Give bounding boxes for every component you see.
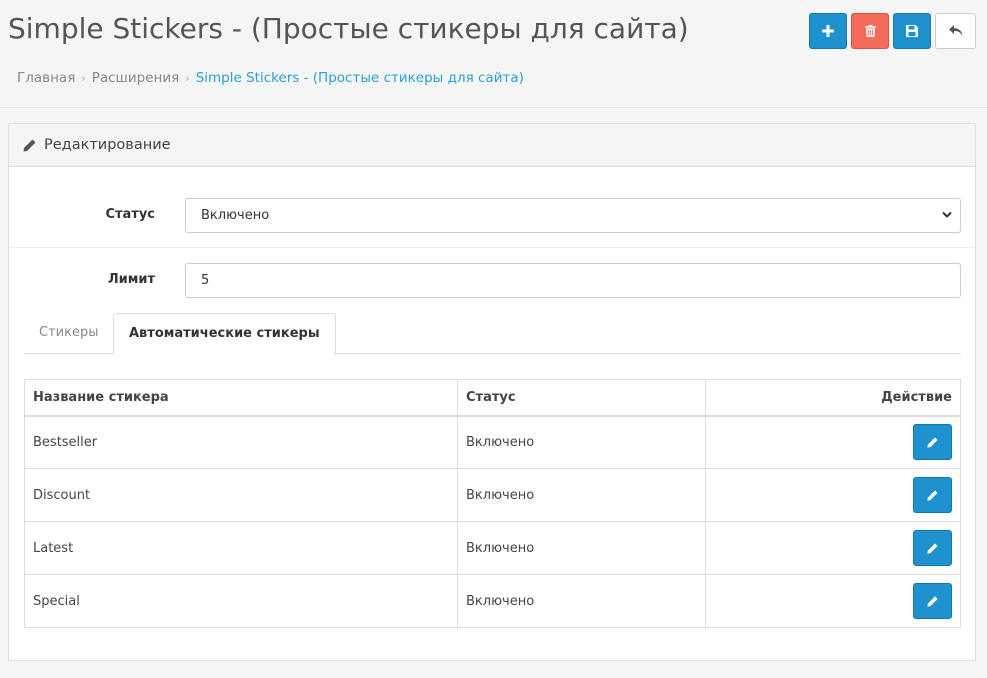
breadcrumb-home[interactable]: Главная [17,70,75,86]
action-cell [705,521,961,575]
tab-auto-stickers[interactable]: Автоматические стикеры [113,313,336,355]
back-button[interactable] [935,13,976,49]
table-row: Latest Включено [24,521,961,575]
panel-title: Редактирование [44,137,171,153]
limit-input[interactable]: 5 [185,263,961,298]
breadcrumb: Главная › Расширения › Simple Stickers - (Пр… [17,70,524,86]
edit-button[interactable] [913,477,952,513]
sticker-status: Включено [457,415,706,469]
status-label: Статус [105,207,155,222]
table-row: Special Включено [24,574,961,628]
table-row: Bestseller Включено [24,415,961,469]
breadcrumb-current[interactable]: Simple Stickers - (Простые стикеры для с… [196,70,524,86]
stickers-table: Название стикера Статус Действие Bestsel… [24,379,961,628]
column-header-status[interactable]: Статус [457,379,706,417]
pencil-icon [927,542,938,554]
toolbar [809,13,976,49]
edit-panel: Редактирование Статус Включено Лимит 5 С… [8,123,976,661]
tab-stickers[interactable]: Стикеры [24,313,113,354]
pencil-icon [927,489,938,501]
save-icon [906,25,918,37]
breadcrumb-separator: › [185,72,190,85]
limit-label: Лимит [107,272,155,287]
column-header-action: Действие [705,379,961,417]
pencil-icon [927,595,938,607]
reply-icon [948,25,962,36]
sticker-name: Latest [24,521,458,575]
sticker-status: Включено [457,468,706,522]
sticker-name: Special [24,574,458,628]
action-cell [705,468,961,522]
status-select-value: Включено [201,208,270,223]
table-row: Discount Включено [24,468,961,522]
edit-button[interactable] [913,530,952,566]
sticker-status: Включено [457,521,706,575]
pencil-icon [23,139,36,151]
edit-button[interactable] [913,583,952,619]
tabs: Стикеры Автоматические стикеры [24,313,961,355]
trash-icon [864,25,876,37]
pencil-icon [927,437,938,448]
status-select[interactable]: Включено [185,198,961,233]
delete-button[interactable] [851,13,889,49]
column-header-name[interactable]: Название стикера [24,379,458,417]
edit-button[interactable] [913,424,952,461]
page-header: Simple Stickers - (Простые стикеры для с… [0,0,987,108]
add-button[interactable] [809,13,847,49]
plus-icon [822,25,834,37]
sticker-name: Discount [24,468,458,522]
page-title: Simple Stickers - (Простые стикеры для с… [8,12,689,45]
status-row: Статус Включено [9,198,975,248]
chevron-down-icon [942,211,952,218]
breadcrumb-separator: › [81,72,86,85]
panel-heading: Редактирование [9,124,975,167]
sticker-name: Bestseller [24,415,458,469]
sticker-status: Включено [457,574,706,628]
save-button[interactable] [893,13,931,49]
breadcrumb-extensions[interactable]: Расширения [92,70,180,86]
action-cell [705,574,961,628]
table-header-row: Название стикера Статус Действие [24,379,961,417]
action-cell [705,415,961,469]
limit-row: Лимит 5 [9,263,975,299]
